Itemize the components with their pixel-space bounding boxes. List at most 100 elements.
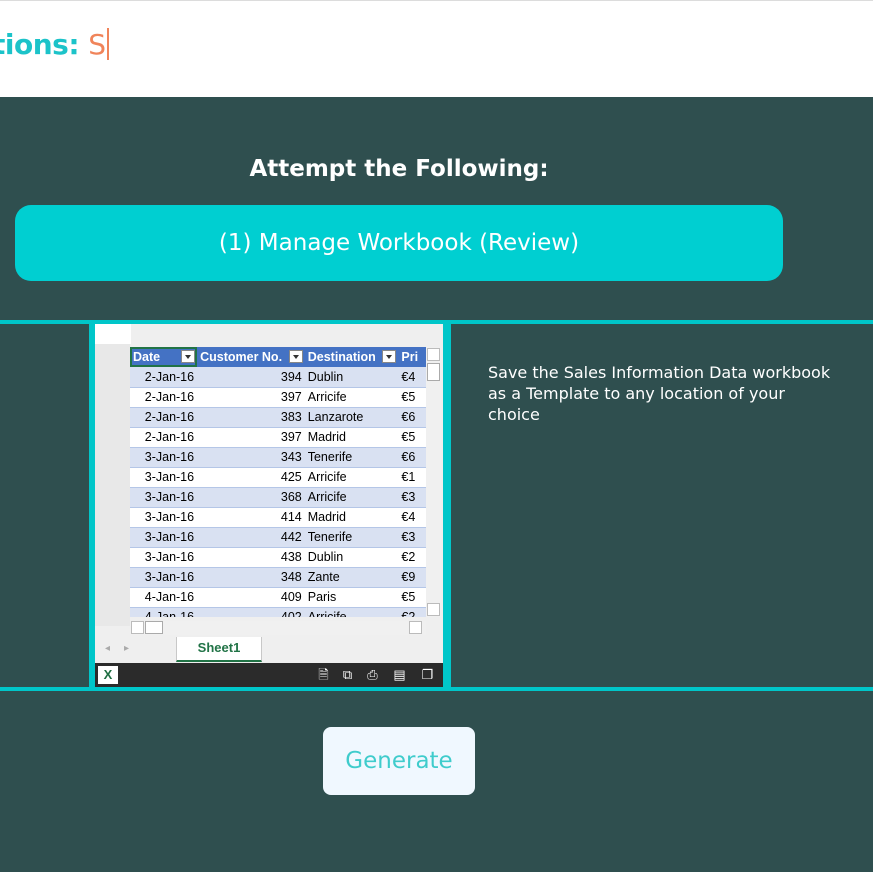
- save-as-icon[interactable]: 🗎: [316, 667, 331, 682]
- table-cell[interactable]: 343: [197, 447, 305, 468]
- table-cell[interactable]: €6: [398, 447, 426, 468]
- table-row: 3-Jan-16 368 Arricife €3: [130, 487, 426, 508]
- filter-dropdown-icon[interactable]: [181, 350, 196, 363]
- table-cell[interactable]: 2-Jan-16: [130, 407, 198, 428]
- table-row: 3-Jan-16 442 Tenerife €3: [130, 527, 426, 548]
- print-icon[interactable]: ⎙: [365, 667, 380, 682]
- table-cell[interactable]: €4: [398, 507, 426, 528]
- horizontal-scrollbar[interactable]: [130, 621, 426, 635]
- scroll-thumb[interactable]: [427, 363, 440, 381]
- sheet-tabs-bar: ◂▸ Sheet1: [95, 637, 443, 663]
- table-cell[interactable]: 3-Jan-16: [130, 447, 198, 468]
- table-cell[interactable]: 4-Jan-16: [130, 587, 198, 608]
- table-cell[interactable]: 397: [197, 387, 305, 408]
- row-headers: [95, 344, 130, 626]
- table-cell[interactable]: 438: [197, 547, 305, 568]
- table-cell[interactable]: Dublin: [304, 547, 399, 568]
- task-label: (1) Manage Workbook (Review): [218, 230, 580, 256]
- table-header-row: Date Customer No. Destination Pri: [130, 347, 426, 367]
- table-cell[interactable]: 3-Jan-16: [130, 507, 198, 528]
- table-cell[interactable]: 402: [197, 607, 305, 617]
- table-cell[interactable]: Arricife: [304, 487, 399, 508]
- table-cell[interactable]: €2: [398, 547, 426, 568]
- table-cell[interactable]: €4: [398, 367, 426, 388]
- table-cell[interactable]: €9: [398, 567, 426, 588]
- table-cell[interactable]: 409: [197, 587, 305, 608]
- table-cell[interactable]: Madrid: [304, 427, 399, 448]
- scroll-left-icon[interactable]: [131, 621, 144, 634]
- table-cell[interactable]: 368: [197, 487, 305, 508]
- table-cell[interactable]: 348: [197, 567, 305, 588]
- table-cell[interactable]: 442: [197, 527, 305, 548]
- header-bar: tions: S: [0, 0, 873, 97]
- table-cell[interactable]: 397: [197, 427, 305, 448]
- table-cell[interactable]: €1: [398, 467, 426, 488]
- filter-dropdown-icon[interactable]: [382, 350, 397, 363]
- column-header-label: Date: [133, 350, 161, 364]
- table-cell[interactable]: 425: [197, 467, 305, 488]
- table-cell[interactable]: Paris: [304, 587, 399, 608]
- sheet-tab[interactable]: Sheet1: [176, 637, 262, 662]
- table-cell[interactable]: 3-Jan-16: [130, 487, 198, 508]
- filter-dropdown-icon[interactable]: [288, 350, 303, 363]
- column-header-date[interactable]: Date: [130, 347, 198, 367]
- column-header-destination[interactable]: Destination: [304, 347, 399, 367]
- table-cell[interactable]: Madrid: [304, 507, 399, 528]
- table-cell[interactable]: 3-Jan-16: [130, 467, 198, 488]
- scroll-right-icon[interactable]: [409, 621, 422, 634]
- table-cell[interactable]: Arricife: [304, 467, 399, 488]
- copy-icon[interactable]: ⧉: [340, 667, 355, 682]
- spreadsheet-grid: Date Customer No. Destination Pri 2-Jan-…: [130, 347, 426, 617]
- table-cell[interactable]: €6: [398, 407, 426, 428]
- task-button[interactable]: (1) Manage Workbook (Review): [15, 205, 783, 281]
- table-cell[interactable]: €3: [398, 527, 426, 548]
- table-cell[interactable]: €2: [398, 607, 426, 617]
- table-cell[interactable]: Tenerife: [304, 447, 399, 468]
- header-typed-text: S: [88, 28, 106, 61]
- scroll-up-icon[interactable]: [427, 348, 440, 361]
- table-cell[interactable]: 3-Jan-16: [130, 547, 198, 568]
- table-cell[interactable]: Dublin: [304, 367, 399, 388]
- table-cell[interactable]: Tenerife: [304, 527, 399, 548]
- table-cell[interactable]: €5: [398, 587, 426, 608]
- table-cell[interactable]: 2-Jan-16: [130, 387, 198, 408]
- table-cell[interactable]: Zante: [304, 567, 399, 588]
- table-cell[interactable]: 383: [197, 407, 305, 428]
- header-title: tions: S: [0, 28, 109, 61]
- sheet-nav-arrows-icon[interactable]: ◂▸: [105, 643, 143, 654]
- table-cell[interactable]: €5: [398, 427, 426, 448]
- table-cell[interactable]: Arricife: [304, 607, 399, 617]
- table-cell[interactable]: 2-Jan-16: [130, 367, 198, 388]
- spreadsheet-screenshot-frame: Date Customer No. Destination Pri 2-Jan-…: [89, 320, 451, 691]
- table-row: 3-Jan-16 348 Zante €9: [130, 567, 426, 588]
- reading-view-icon[interactable]: ▤: [392, 667, 407, 682]
- name-box: [95, 324, 131, 344]
- generate-label: Generate: [345, 748, 453, 774]
- table-cell[interactable]: Arricife: [304, 387, 399, 408]
- table-cell[interactable]: 3-Jan-16: [130, 527, 198, 548]
- table-cell[interactable]: 4-Jan-16: [130, 607, 198, 617]
- table-cell[interactable]: 2-Jan-16: [130, 427, 198, 448]
- table-cell[interactable]: 414: [197, 507, 305, 528]
- table-cell[interactable]: €5: [398, 387, 426, 408]
- vertical-scrollbar[interactable]: [426, 347, 441, 617]
- table-cell[interactable]: Lanzarote: [304, 407, 399, 428]
- scroll-down-icon[interactable]: [427, 603, 440, 616]
- spreadsheet-screenshot: Date Customer No. Destination Pri 2-Jan-…: [95, 324, 443, 687]
- scroll-thumb[interactable]: [145, 621, 163, 634]
- table-row: 2-Jan-16 394 Dublin €4: [130, 367, 426, 388]
- table-row: 2-Jan-16 383 Lanzarote €6: [130, 407, 426, 428]
- column-header-price[interactable]: Pri: [398, 347, 426, 367]
- table-body: 2-Jan-16 394 Dublin €4 2-Jan-16 397 Arricife €5…: [130, 367, 426, 617]
- table-cell[interactable]: 394: [197, 367, 305, 388]
- table-row: 2-Jan-16 397 Madrid €5: [130, 427, 426, 448]
- table-cell[interactable]: 3-Jan-16: [130, 567, 198, 588]
- table-cell[interactable]: €3: [398, 487, 426, 508]
- restore-icon[interactable]: ❐: [420, 667, 435, 682]
- table-row: 3-Jan-16 425 Arricife €1: [130, 467, 426, 488]
- text-cursor: [106, 28, 109, 60]
- status-bar: X 🗎 ⧉ ⎙ ▤ ❐: [95, 663, 443, 687]
- column-header-customer[interactable]: Customer No.: [197, 347, 305, 367]
- attempt-heading: Attempt the Following:: [249, 156, 549, 182]
- generate-button[interactable]: Generate: [323, 727, 475, 795]
